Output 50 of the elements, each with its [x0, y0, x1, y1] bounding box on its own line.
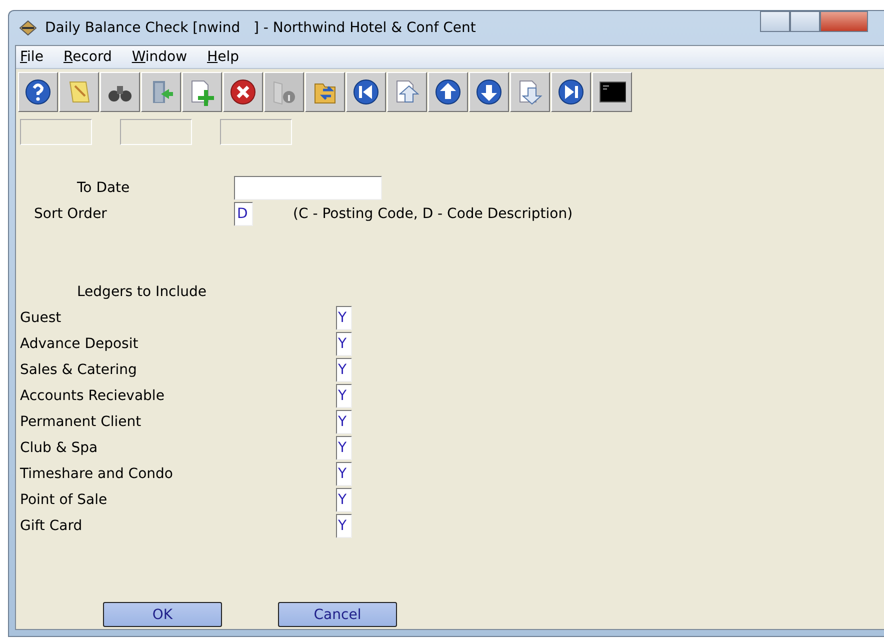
delete-icon: [229, 78, 257, 106]
ledger-label: Sales & Catering: [20, 362, 138, 378]
field-label: To Date: [77, 180, 131, 196]
ledger-field[interactable]: Y: [336, 358, 352, 382]
menu-item[interactable]: File: [20, 49, 44, 65]
ledger-field[interactable]: Y: [336, 410, 352, 434]
toolbar-button[interactable]: [346, 72, 386, 112]
ok-button[interactable]: OK: [103, 602, 222, 627]
cancel-button[interactable]: Cancel: [278, 602, 397, 627]
ledger-field[interactable]: Y: [336, 384, 352, 408]
window-title: Daily Balance Check [nwind ] - Northwind Hotel & Conf Cent: [45, 20, 476, 36]
toolbar-button[interactable]: [428, 72, 468, 112]
ledger-label: Guest: [20, 310, 62, 326]
maximize-button[interactable]: [790, 11, 820, 32]
ledger-field[interactable]: Y: [336, 332, 352, 356]
first-record-icon: [352, 78, 380, 106]
toolbar-button[interactable]: [223, 72, 263, 112]
ledger-field[interactable]: Y: [336, 462, 352, 486]
section-heading: Ledgers to Include: [77, 284, 207, 300]
ledger-field[interactable]: Y: [336, 306, 352, 330]
status-box: [220, 119, 292, 145]
ledger-field[interactable]: Y: [336, 514, 352, 538]
minimize-button[interactable]: [760, 11, 790, 32]
ledger-field[interactable]: Y: [336, 436, 352, 460]
last-record-icon: [557, 78, 585, 106]
toolbar-button[interactable]: [305, 72, 345, 112]
menu-item[interactable]: Help: [207, 49, 239, 65]
date-field[interactable]: [234, 176, 382, 200]
hint-text: (C - Posting Code, D - Code Description): [293, 206, 573, 222]
menu-item[interactable]: Window: [132, 49, 188, 65]
ledger-label: Advance Deposit: [20, 336, 140, 352]
sort-order-field[interactable]: D: [234, 202, 253, 226]
help-icon: [24, 78, 52, 106]
status-box: [20, 119, 92, 145]
toolbar-button[interactable]: [100, 72, 140, 112]
ledger-field[interactable]: Y: [336, 488, 352, 512]
ledger-label: Point of Sale: [20, 492, 108, 508]
ledger-label: Club & Spa: [20, 440, 99, 456]
toolbar-button[interactable]: [592, 72, 632, 112]
ledger-label: Permanent Client: [20, 414, 142, 430]
ledger-label: Gift Card: [20, 518, 84, 534]
ledger-label: Timeshare and Condo: [20, 466, 174, 482]
field-label: Sort Order: [34, 206, 108, 222]
status-box: [120, 119, 192, 145]
toolbar-button[interactable]: [469, 72, 509, 112]
toolbar-button[interactable]: [551, 72, 591, 112]
toolbar-button[interactable]: [18, 72, 58, 112]
menu-item[interactable]: Record: [63, 49, 112, 65]
ledger-label: Accounts Recievable: [20, 388, 166, 404]
app-logo-icon: [19, 20, 37, 36]
